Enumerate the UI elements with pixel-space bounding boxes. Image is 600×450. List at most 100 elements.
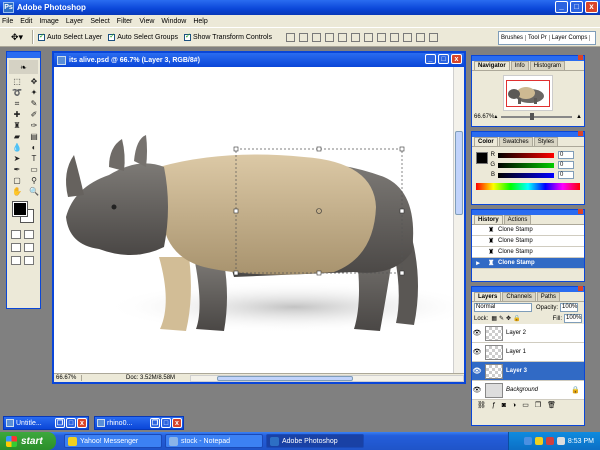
volume-icon[interactable] — [556, 437, 565, 445]
eraser-tool-icon[interactable]: ▰ — [10, 132, 24, 142]
healing-brush-tool-icon[interactable]: ✚ — [10, 110, 24, 120]
standard-mode-icon[interactable] — [11, 230, 21, 239]
app-title-bar[interactable]: Ps Adobe Photoshop _ □ x — [0, 0, 600, 15]
palette-tab-layer-comps[interactable]: Layer Comps — [550, 35, 591, 41]
channel-r-value[interactable]: 0 — [558, 151, 574, 159]
clock[interactable]: 8:53 PM — [568, 438, 594, 445]
notes-tool-icon[interactable]: ▢ — [10, 176, 24, 186]
doc-close-button[interactable]: x — [451, 54, 462, 64]
align-left-icon[interactable] — [324, 32, 334, 42]
history-item[interactable]: ♜ Clone Stamp — [472, 247, 584, 258]
jump-to-imageready-icon[interactable] — [24, 256, 34, 265]
brush-tool-icon[interactable]: ✐ — [27, 110, 41, 120]
slice-tool-icon[interactable]: ✎ — [27, 99, 41, 109]
navigator-view-box[interactable] — [506, 80, 550, 107]
tab-color[interactable]: Color — [474, 137, 498, 146]
align-vcenter-icon[interactable] — [298, 32, 308, 42]
minimized-window-rhino[interactable]: rhino0... ❐ □ x — [94, 416, 184, 430]
shape-tool-icon[interactable]: ▭ — [27, 165, 41, 175]
show-transform-controls-checkbox[interactable]: Show Transform Controls — [183, 32, 272, 41]
doc-size-info[interactable]: Doc: 3.52M/8.58M — [82, 375, 190, 381]
palette-tab-brushes[interactable]: Brushes — [499, 35, 527, 41]
move-tool-icon[interactable]: ✥▾ — [6, 29, 28, 45]
color-foreground-swatch[interactable] — [476, 152, 488, 164]
tab-actions[interactable]: Actions — [503, 215, 532, 224]
blend-mode-select[interactable]: Normal — [474, 303, 532, 312]
history-brush-tool-icon[interactable]: ✑ — [27, 121, 41, 131]
distribute-left-icon[interactable] — [402, 32, 412, 42]
tab-histogram[interactable]: Histogram — [529, 61, 566, 70]
fill-value[interactable]: 100% — [564, 314, 582, 323]
distribute-bottom-icon[interactable] — [389, 32, 399, 42]
channel-b-slider[interactable] — [498, 172, 554, 178]
distribute-vcenter-icon[interactable] — [376, 32, 386, 42]
history-item[interactable]: ♜ Clone Stamp — [472, 225, 584, 236]
scroll-thumb[interactable] — [455, 131, 463, 215]
panel-close-icon[interactable] — [578, 55, 583, 60]
doc-zoom-level[interactable]: 66.67% — [54, 375, 82, 381]
menu-window[interactable]: Window — [161, 18, 186, 25]
quick-mask-mode-icon[interactable] — [24, 230, 34, 239]
navigator-zoom[interactable]: 66.67% — [474, 114, 494, 120]
maximize-button[interactable]: □ — [66, 418, 76, 428]
tab-layers[interactable]: Layers — [474, 292, 502, 301]
minimize-button[interactable]: _ — [555, 1, 568, 13]
channel-b-value[interactable]: 0 — [558, 171, 574, 179]
eye-icon[interactable]: 👁 — [472, 329, 482, 337]
clone-stamp-tool-icon[interactable]: ♜ — [10, 121, 24, 131]
eye-icon[interactable]: 👁 — [472, 386, 482, 394]
navigator-preview[interactable] — [503, 75, 553, 111]
tab-paths[interactable]: Paths — [536, 292, 561, 301]
layer-style-icon[interactable]: ƒ — [492, 402, 496, 409]
task-photoshop[interactable]: Adobe Photoshop — [266, 434, 364, 448]
restore-button[interactable]: ❐ — [150, 418, 160, 428]
foreground-color-swatch[interactable] — [12, 201, 28, 217]
eye-icon[interactable]: 👁 — [472, 348, 482, 356]
new-layer-icon[interactable]: ❐ — [535, 401, 541, 409]
eyedropper-tool-icon[interactable]: ⚲ — [27, 176, 41, 186]
tab-swatches[interactable]: Swatches — [498, 137, 533, 146]
align-bottom-icon[interactable] — [311, 32, 321, 42]
opacity-value[interactable]: 100% — [560, 303, 579, 312]
zoom-tool-icon[interactable]: 🔍 — [27, 187, 41, 197]
type-tool-icon[interactable]: T — [27, 154, 41, 164]
layer-row[interactable]: 👁 Layer 1 — [472, 343, 584, 362]
zoom-slider[interactable] — [501, 112, 573, 120]
tab-info[interactable]: Info — [510, 61, 529, 70]
move-tool-icon[interactable]: ✥ — [27, 77, 41, 87]
distribute-top-icon[interactable] — [363, 32, 373, 42]
auto-select-layer-checkbox[interactable]: Auto Select Layer — [38, 32, 102, 41]
doc-maximize-button[interactable]: □ — [438, 54, 449, 64]
document-title-bar[interactable]: its alive.psd @ 66.7% (Layer 3, RGB/8#) … — [54, 53, 464, 67]
menu-file[interactable]: File — [2, 18, 13, 25]
menu-help[interactable]: Help — [193, 18, 207, 25]
align-hcenter-icon[interactable] — [337, 32, 347, 42]
eye-icon[interactable]: 👁 — [472, 367, 482, 375]
doc-minimize-button[interactable]: _ — [425, 54, 436, 64]
menu-filter[interactable]: Filter — [117, 18, 133, 25]
blur-tool-icon[interactable]: 💧 — [10, 143, 24, 153]
gradient-tool-icon[interactable]: ▤ — [27, 132, 41, 142]
color-spectrum-bar[interactable] — [476, 183, 580, 190]
vertical-scrollbar[interactable] — [453, 67, 464, 373]
menu-image[interactable]: Image — [39, 18, 58, 25]
link-layers-icon[interactable]: ⛓ — [477, 401, 486, 409]
network-icon[interactable] — [523, 437, 532, 445]
panel-header[interactable] — [472, 131, 584, 137]
maximize-button[interactable]: □ — [161, 418, 171, 428]
new-group-icon[interactable]: ▭ — [522, 401, 529, 409]
tab-channels[interactable]: Channels — [502, 292, 536, 301]
dodge-tool-icon[interactable]: ◐ — [27, 143, 41, 153]
messenger-tray-icon[interactable] — [534, 437, 543, 445]
restore-button[interactable]: ❐ — [55, 418, 65, 428]
hand-tool-icon[interactable]: ✋ — [10, 187, 24, 197]
adobe-feather-icon[interactable]: ❧ — [9, 60, 38, 74]
distribute-hcenter-icon[interactable] — [415, 32, 425, 42]
crop-tool-icon[interactable]: ⌗ — [10, 99, 24, 109]
zoom-out-icon[interactable]: ▴ — [494, 113, 497, 120]
panel-close-icon[interactable] — [578, 209, 583, 214]
lock-position-icon[interactable]: ✥ — [506, 315, 511, 322]
panel-header[interactable] — [472, 286, 584, 292]
close-button[interactable]: x — [585, 1, 598, 13]
layer-mask-icon[interactable]: ◙ — [502, 402, 506, 409]
